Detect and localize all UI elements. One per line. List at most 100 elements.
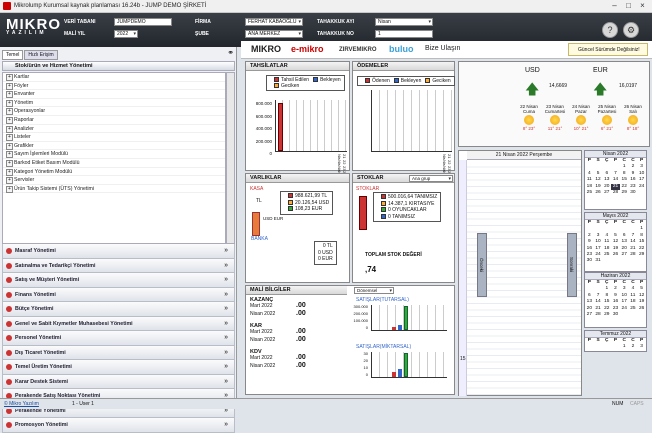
- veri-tabani-field[interactable]: JUMPDEMO: [114, 18, 172, 26]
- close-button[interactable]: ×: [636, 1, 649, 11]
- tahakkuk-no-field[interactable]: 1: [375, 30, 433, 38]
- tree-item[interactable]: Föyler: [3, 82, 225, 91]
- tree-item[interactable]: Yönetim: [3, 99, 225, 108]
- chart2-bar-3[interactable]: [404, 353, 408, 377]
- group-butce[interactable]: Bütçe Yönetimi: [2, 302, 235, 317]
- group-finans[interactable]: Finans Yönetimi: [2, 287, 235, 302]
- chart2-bar-1[interactable]: [392, 372, 396, 377]
- tree-item[interactable]: Envanter: [3, 90, 225, 99]
- minimize-button[interactable]: –: [608, 1, 621, 11]
- calendar-day[interactable]: 26: [611, 252, 620, 258]
- agenda-prev-button[interactable]: Önceki: [477, 233, 487, 297]
- tree-item[interactable]: Listeler: [3, 133, 225, 142]
- calendar-day[interactable]: 29: [637, 252, 646, 258]
- veri-tabani-label: VERİ TABANI: [64, 19, 96, 25]
- calendar-grid[interactable]: P S Ç P C C P 1 2 3 4 5 6 7 8 9 10 11 12 13 14 15 16 17 18 19 20 21…: [585, 158, 646, 196]
- group-promosyon[interactable]: Promosyon Yönetimi: [2, 418, 235, 433]
- sun-icon: [576, 115, 586, 125]
- kasa-tl-bar[interactable]: [252, 212, 260, 236]
- chart1-bar-3[interactable]: [404, 306, 408, 330]
- tab-temel[interactable]: Temel: [2, 50, 24, 60]
- calendar-day[interactable]: 27: [585, 312, 594, 318]
- calendar-day[interactable]: 30: [629, 190, 638, 196]
- mikro-brand[interactable]: MIKRO: [251, 44, 281, 54]
- emikro-brand[interactable]: e-mikro: [291, 44, 324, 54]
- tahakkuk-ayi-label: TAHAKKUK AYI: [317, 19, 355, 25]
- tree-item[interactable]: Grafikler: [3, 142, 225, 151]
- chart1-bar-1[interactable]: [392, 327, 396, 330]
- tab-hizli-erisim[interactable]: Hızlı Erişim: [24, 50, 58, 60]
- calendar-day[interactable]: 24: [620, 306, 629, 312]
- tree-item[interactable]: Barkod Etiket Basım Modülü: [3, 159, 225, 168]
- tahakkuk-ayi-select[interactable]: Nisan: [375, 18, 433, 26]
- calendar-grid[interactable]: PSÇPCCP123: [585, 338, 646, 351]
- calendar-day[interactable]: 3: [637, 344, 646, 350]
- calendar-day[interactable]: 26: [637, 306, 646, 312]
- calendar-grid[interactable]: P S Ç P C C P 1 2 3 4 5 6 7 8 9 10 11 12 13 14 15 16 17 18 19 20 21…: [585, 280, 646, 318]
- calendar-day[interactable]: 28: [594, 312, 603, 318]
- group-genel-muhasebe[interactable]: Genel ve Sabit Kıymetler Muhasebesi Yöne…: [2, 316, 235, 331]
- calendar-day[interactable]: 25: [585, 190, 594, 196]
- chart2-bar-2[interactable]: [398, 369, 402, 377]
- tree-item[interactable]: Ürün Takip Sistemi (ÜTS) Yönetimi: [3, 185, 225, 194]
- tahsilatlar-title: TAHSİLATLAR: [246, 62, 349, 71]
- tree-item[interactable]: Raporlar: [3, 116, 225, 125]
- calendar-day[interactable]: 29: [602, 312, 611, 318]
- calendar-day[interactable]: 2: [629, 344, 638, 350]
- group-personel[interactable]: Personel Yönetimi: [2, 331, 235, 346]
- tree-item[interactable]: Sayım İşlemleri Modülü: [3, 150, 225, 159]
- chart1-bar-2[interactable]: [398, 325, 402, 330]
- group-masraf[interactable]: Masraf Yönetimi: [2, 244, 235, 259]
- group-uretim[interactable]: Temel Üretim Yönetimi: [2, 360, 235, 375]
- calendar-day[interactable]: 27: [602, 190, 611, 196]
- group-dis-ticaret[interactable]: Dış Ticaret Yönetimi: [2, 345, 235, 360]
- tree-item[interactable]: Kategori Yönetim Modülü: [3, 168, 225, 177]
- mali-yil-label: MALİ YIL: [64, 31, 86, 37]
- mikro-link[interactable]: © Mikro Yazılım: [4, 399, 39, 409]
- update-warning[interactable]: Güncel Sürümde Değilsiniz!: [568, 43, 648, 56]
- period-select[interactable]: Dönemsel: [354, 287, 394, 294]
- eur-value: 16,0197: [619, 83, 638, 89]
- tahsilatlar-panel: TAHSİLATLAR Tahsil Edilen Bekleyen Geciken…: [245, 61, 350, 212]
- tree-scrollbar[interactable]: [226, 72, 235, 244]
- calendar-day[interactable]: 25: [602, 252, 611, 258]
- calendar-grid[interactable]: P S Ç P C C P 1 2 3 4 5 6 7 8 9 10 11 12 13 14 15 16 17 18 19 20 21…: [585, 220, 646, 265]
- tahsilat-bar[interactable]: [278, 103, 283, 151]
- firma-select[interactable]: FERHAT KABAOĞLU: [245, 18, 303, 26]
- group-satinalma[interactable]: Satınalma ve Tedarikçi Yönetimi: [2, 258, 235, 273]
- calendar-day[interactable]: 1: [620, 344, 629, 350]
- help-icon[interactable]: ?: [602, 22, 618, 38]
- calendar-nisan: Nisan 2022 P S Ç P C C P 1 2 3 4 5 6 7 8 9 10 11 12 13 14 15 1…: [584, 150, 647, 210]
- calendar-day[interactable]: 26: [594, 190, 603, 196]
- binoculars-icon[interactable]: ⚭: [227, 48, 234, 57]
- zirve-brand[interactable]: ZIRVEMIKRO: [339, 47, 377, 53]
- agenda-next-button[interactable]: Sonraki: [567, 233, 577, 297]
- calendar-day[interactable]: 30: [585, 258, 594, 264]
- calendar-day[interactable]: 27: [620, 252, 629, 258]
- group-karar-destek[interactable]: Karar Destek Sistemi: [2, 374, 235, 389]
- sube-select[interactable]: ANA MERKEZ: [245, 30, 303, 38]
- calendar-day: [594, 344, 603, 350]
- mali-yil-select[interactable]: 2022: [114, 30, 138, 38]
- group-satis[interactable]: Satış ve Müşteri Yönetimi: [2, 273, 235, 288]
- tree-title[interactable]: Stok/ürün ve Hizmet Yönetimi: [2, 61, 235, 71]
- app-icon: [3, 2, 11, 10]
- buluo-brand[interactable]: buluo: [389, 44, 414, 54]
- stok-bar[interactable]: [359, 196, 367, 230]
- bize-ulasin-link[interactable]: Bize Ulaşın: [425, 45, 460, 52]
- calendar-day: [611, 344, 620, 350]
- num-indicator: NUM: [612, 401, 624, 407]
- tree-item[interactable]: Operasyonlar: [3, 107, 225, 116]
- settings-icon[interactable]: ⚙: [623, 22, 639, 38]
- stok-group-select[interactable]: Ana grup: [409, 175, 453, 182]
- tree-item[interactable]: Analizler: [3, 125, 225, 134]
- calendar-day[interactable]: 28: [629, 252, 638, 258]
- tree-item[interactable]: Servisler: [3, 176, 225, 185]
- tree-item[interactable]: Kartlar: [3, 73, 225, 82]
- maximize-button[interactable]: □: [622, 1, 635, 11]
- calendar-day[interactable]: 31: [594, 258, 603, 264]
- calendar-day[interactable]: 25: [629, 306, 638, 312]
- calendar-day[interactable]: 28: [611, 190, 620, 196]
- calendar-day[interactable]: 29: [620, 190, 629, 196]
- calendar-day[interactable]: 30: [611, 312, 620, 318]
